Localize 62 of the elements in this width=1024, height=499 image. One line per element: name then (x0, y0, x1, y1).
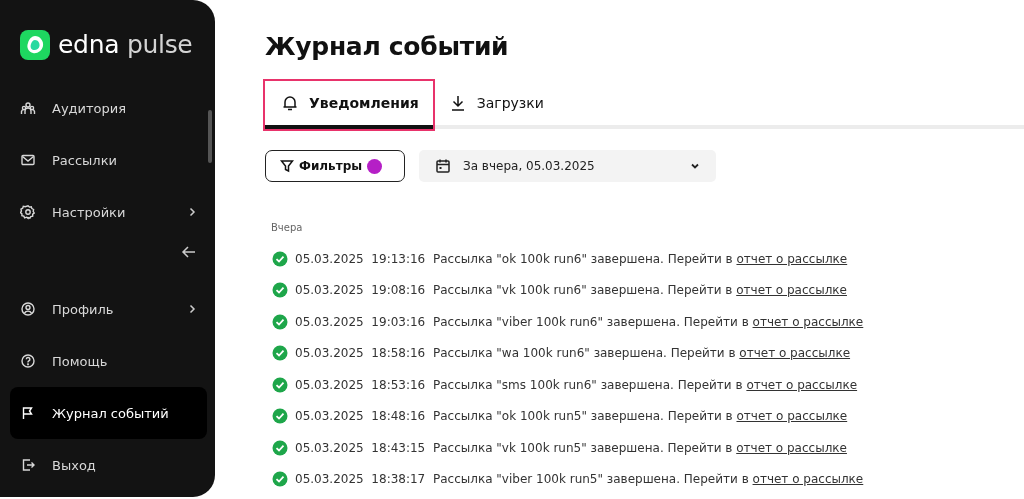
sidebar-item[interactable]: Журнал событий (10, 387, 207, 439)
event-datetime: 05.03.2025 18:38:17 (295, 472, 427, 487)
sidebar-item[interactable]: Профиль (10, 283, 207, 335)
group-label: Вчера (271, 222, 304, 233)
tab[interactable]: Уведомления (265, 81, 433, 129)
report-link[interactable]: отчет о рассылке (736, 409, 848, 424)
help-icon (20, 353, 36, 369)
event-message: Рассылка "sms 100k run6" завершена. Перейти в отчет о рассылке (433, 377, 858, 392)
check-icon (272, 376, 288, 393)
check-icon (272, 471, 288, 488)
collapse-arrow-icon[interactable] (181, 244, 197, 260)
mail-icon (20, 152, 36, 168)
event-message: Рассылка "ok 100k run5" завершена. Перейти в отчет о рассылке (433, 409, 848, 424)
check-icon (272, 345, 288, 362)
check-icon (272, 439, 288, 456)
calendar-icon (435, 158, 451, 174)
event-message: Рассылка "wa 100k run6" завершена. Перейти в отчет о рассылке (433, 346, 851, 361)
event-datetime: 05.03.2025 19:08:16 (295, 283, 427, 298)
period-dropdown[interactable]: За вчера, 05.03.2025 (419, 150, 716, 182)
report-link[interactable]: отчет о рассылке (736, 283, 847, 298)
sidebar-item[interactable]: Аудитория (10, 82, 207, 134)
check-icon (272, 313, 288, 330)
event-message: Рассылка "viber 100k run5" завершена. Перейти в отчет о рассылке (433, 472, 864, 487)
logout-icon (20, 457, 36, 473)
check-icon (272, 408, 288, 425)
filter-icon (280, 159, 294, 173)
report-link[interactable]: отчет о рассылке (746, 377, 858, 392)
page-title: Журнал событий (265, 32, 510, 61)
event-datetime: 05.03.2025 18:53:16 (295, 377, 427, 392)
sidebar-item[interactable]: Выход (10, 439, 207, 491)
logo-text: edna pulse (58, 30, 193, 59)
check-icon (272, 282, 288, 299)
gear-icon (20, 204, 36, 220)
event-message: Рассылка "vk 100k run6" завершена. Перейти в отчет о рассылке (433, 283, 847, 298)
report-link[interactable]: отчет о рассылке (752, 314, 864, 329)
scrollbar[interactable] (208, 110, 212, 163)
chevron-icon (187, 304, 197, 314)
sidebar-item[interactable]: Помощь (10, 335, 207, 387)
filters-button[interactable]: Фильтры (265, 150, 405, 182)
tab[interactable]: Загрузки (432, 81, 558, 129)
bell-icon (281, 94, 299, 112)
chevron-down-icon (690, 161, 700, 171)
event-datetime: 05.03.2025 18:43:15 (295, 440, 427, 455)
user-icon (20, 301, 36, 317)
report-link[interactable]: отчет о рассылке (736, 440, 847, 455)
event-datetime: 05.03.2025 18:58:16 (295, 346, 427, 361)
event-message: Рассылка "ok 100k run6" завершена. Перейти в отчет о рассылке (433, 251, 848, 266)
check-icon (272, 250, 288, 267)
logo-icon (20, 29, 50, 60)
event-message: Рассылка "vk 100k run5" завершена. Перейти в отчет о рассылке (433, 440, 847, 455)
chevron-icon (187, 207, 197, 217)
sidebar-item[interactable]: Настройки (10, 186, 207, 238)
sidebar-item[interactable]: Рассылки (10, 134, 207, 186)
event-message: Рассылка "viber 100k run6" завершена. Перейти в отчет о рассылке (433, 314, 864, 329)
event-datetime: 05.03.2025 19:13:16 (295, 251, 427, 266)
flag-icon (20, 405, 36, 421)
report-link[interactable]: отчет о рассылке (736, 251, 848, 266)
event-datetime: 05.03.2025 18:48:16 (295, 409, 427, 424)
report-link[interactable]: отчет о рассылке (739, 346, 851, 361)
report-link[interactable]: отчет о рассылке (752, 472, 864, 487)
people-icon (20, 100, 36, 116)
event-datetime: 05.03.2025 19:03:16 (295, 314, 427, 329)
